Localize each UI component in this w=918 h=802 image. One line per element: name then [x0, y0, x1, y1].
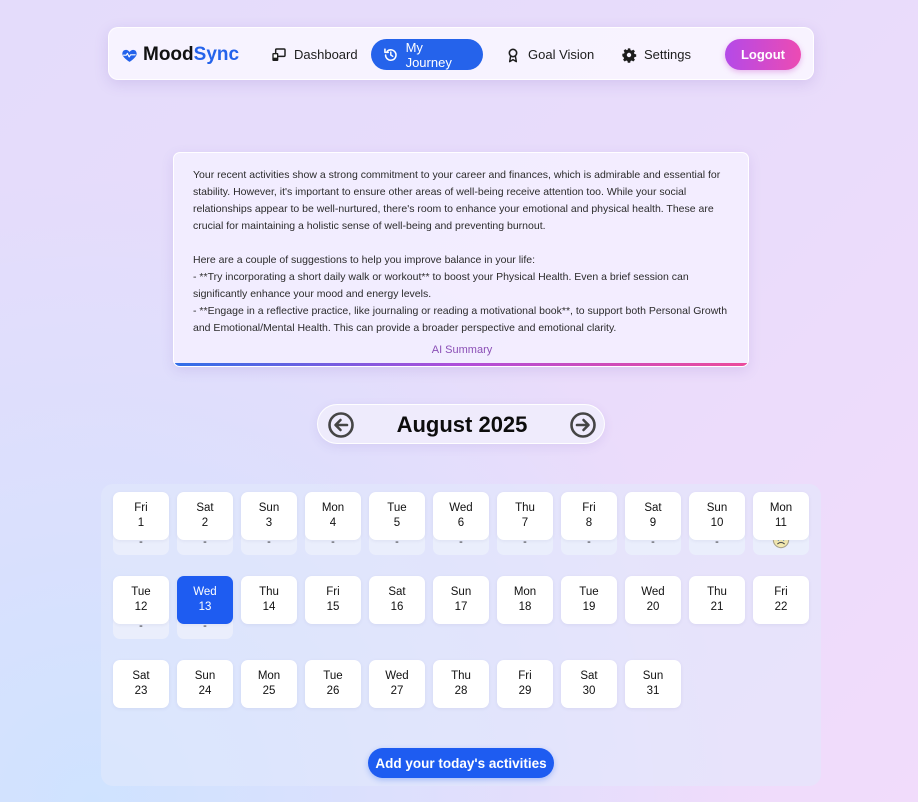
- day-weekday: Wed: [449, 502, 473, 514]
- day-weekday: Fri: [326, 586, 340, 598]
- day-number: 3: [265, 517, 273, 529]
- day-number: 13: [198, 601, 212, 613]
- day-number: 25: [262, 685, 276, 697]
- day-number: 9: [649, 517, 657, 529]
- day-weekday: Mon: [513, 586, 537, 598]
- calendar-day[interactable]: Wed 27: [369, 660, 425, 708]
- day-weekday: Sat: [644, 502, 662, 514]
- day-weekday: Sun: [706, 502, 728, 514]
- day-number: 20: [646, 601, 660, 613]
- calendar-day[interactable]: Mon 4: [305, 492, 361, 540]
- day-number: 10: [710, 517, 724, 529]
- day-number: 6: [457, 517, 465, 529]
- calendar-day[interactable]: Thu 14: [241, 576, 297, 624]
- day-weekday: Fri: [518, 670, 532, 682]
- day-weekday: Sat: [388, 586, 406, 598]
- day-weekday: Mon: [321, 502, 345, 514]
- calendar-day[interactable]: Fri 29: [497, 660, 553, 708]
- calendar-day[interactable]: Mon 18: [497, 576, 553, 624]
- day-number: 8: [585, 517, 593, 529]
- calendar-day[interactable]: Tue 19: [561, 576, 617, 624]
- day-number: 22: [774, 601, 788, 613]
- day-number: 7: [521, 517, 529, 529]
- day-weekday: Wed: [385, 670, 409, 682]
- calendar-day[interactable]: Fri 1: [113, 492, 169, 540]
- day-number: 15: [326, 601, 340, 613]
- calendar-day[interactable]: Tue 26: [305, 660, 361, 708]
- calendar-day[interactable]: Sat 23: [113, 660, 169, 708]
- calendar-day[interactable]: Mon 25: [241, 660, 297, 708]
- day-weekday: Thu: [707, 586, 727, 598]
- day-number: 29: [518, 685, 532, 697]
- day-weekday: Tue: [323, 670, 343, 682]
- day-weekday: Fri: [582, 502, 596, 514]
- day-number: 28: [454, 685, 468, 697]
- calendar-day[interactable]: Tue 12: [113, 576, 169, 624]
- day-weekday: Thu: [515, 502, 535, 514]
- calendar-day[interactable]: Sat 16: [369, 576, 425, 624]
- calendar-day[interactable]: Thu 28: [433, 660, 489, 708]
- day-number: 17: [454, 601, 468, 613]
- day-number: 31: [646, 685, 660, 697]
- day-weekday: Sun: [258, 502, 280, 514]
- calendar-day[interactable]: Fri 15: [305, 576, 361, 624]
- day-weekday: Thu: [259, 586, 279, 598]
- day-weekday: Sun: [450, 586, 472, 598]
- day-weekday: Thu: [451, 670, 471, 682]
- calendar-day[interactable]: Sun 10: [689, 492, 745, 540]
- calendar-day[interactable]: Mon 11: [753, 492, 809, 540]
- calendar-day[interactable]: Sun 31: [625, 660, 681, 708]
- day-number: 18: [518, 601, 532, 613]
- day-weekday: Fri: [134, 502, 148, 514]
- day-number: 23: [134, 685, 148, 697]
- day-weekday: Mon: [769, 502, 793, 514]
- day-number: 26: [326, 685, 340, 697]
- day-weekday: Tue: [387, 502, 407, 514]
- day-number: 12: [134, 601, 148, 613]
- calendar-grid: - Fri 1- Sat 2- Sun 3- Mon 4- Tue 5- Wed 6- Thu 7- Fri 8…: [0, 0, 918, 802]
- calendar-day[interactable]: Fri 8: [561, 492, 617, 540]
- day-weekday: Wed: [193, 586, 217, 598]
- day-number: 30: [582, 685, 596, 697]
- day-number: 19: [582, 601, 596, 613]
- calendar-day[interactable]: Tue 5: [369, 492, 425, 540]
- calendar-day[interactable]: Fri 22: [753, 576, 809, 624]
- add-activities-button[interactable]: Add your today's activities: [368, 748, 554, 778]
- calendar-day[interactable]: Wed 6: [433, 492, 489, 540]
- day-weekday: Sun: [642, 670, 664, 682]
- calendar-day[interactable]: Sun 24: [177, 660, 233, 708]
- calendar-day[interactable]: Wed 20: [625, 576, 681, 624]
- day-number: 2: [201, 517, 209, 529]
- day-number: 4: [329, 517, 337, 529]
- day-weekday: Tue: [131, 586, 151, 598]
- day-number: 24: [198, 685, 212, 697]
- day-weekday: Mon: [257, 670, 281, 682]
- calendar-day[interactable]: Sat 30: [561, 660, 617, 708]
- day-number: 5: [393, 517, 401, 529]
- calendar-day[interactable]: Sun 17: [433, 576, 489, 624]
- day-weekday: Tue: [579, 586, 599, 598]
- day-number: 14: [262, 601, 276, 613]
- calendar-day-selected[interactable]: Wed 13: [177, 576, 233, 624]
- day-weekday: Sat: [196, 502, 214, 514]
- day-number: 1: [137, 517, 145, 529]
- calendar-day[interactable]: Sat 9: [625, 492, 681, 540]
- day-number: 11: [775, 517, 787, 529]
- day-number: 16: [390, 601, 404, 613]
- calendar-day[interactable]: Sun 3: [241, 492, 297, 540]
- day-number: 27: [390, 685, 404, 697]
- calendar-day[interactable]: Sat 2: [177, 492, 233, 540]
- day-weekday: Sat: [580, 670, 598, 682]
- day-weekday: Sat: [132, 670, 150, 682]
- day-weekday: Fri: [774, 586, 788, 598]
- day-weekday: Wed: [641, 586, 665, 598]
- calendar-day[interactable]: Thu 21: [689, 576, 745, 624]
- day-weekday: Sun: [194, 670, 216, 682]
- day-number: 21: [710, 601, 724, 613]
- calendar-day[interactable]: Thu 7: [497, 492, 553, 540]
